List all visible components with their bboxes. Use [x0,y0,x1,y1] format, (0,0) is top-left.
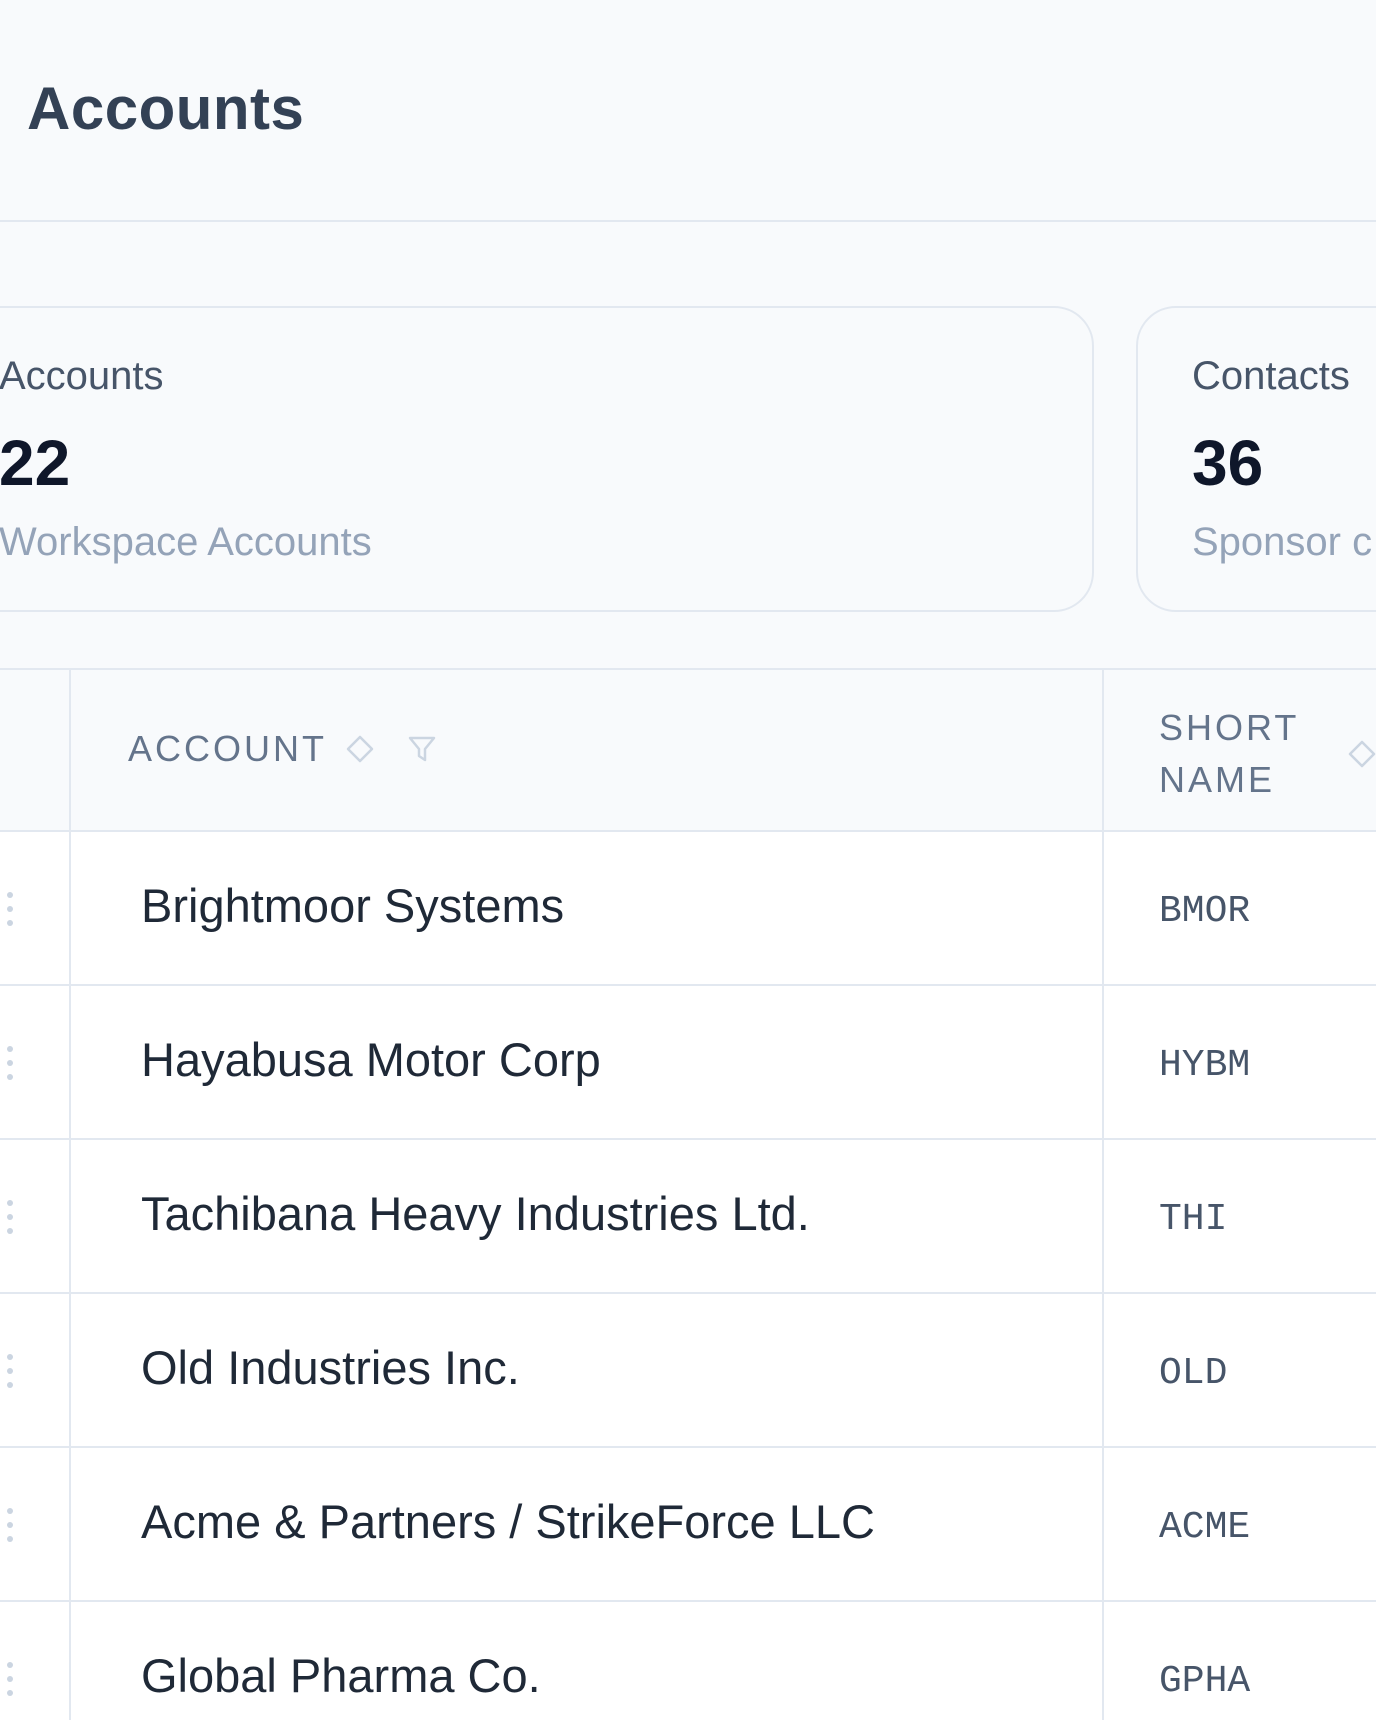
drag-handle-icon[interactable] [2,1659,18,1699]
stat-value: 36 [1192,427,1264,499]
column-header-label: SHORT NAME [1159,707,1299,800]
column-divider [1102,670,1104,1720]
table-row[interactable]: Acme & Partners / StrikeForce LLC ACME [0,1448,1376,1602]
stat-subtitle: Workspace Accounts [0,520,372,564]
filter-icon[interactable] [407,734,437,764]
account-short-name: OLD [1159,1352,1228,1395]
table-header: ACCOUNT SHORT NAME [0,670,1376,832]
accounts-page: Accounts Accounts 22 Workspace Accounts … [0,0,1376,1720]
drag-handle-icon[interactable] [2,1197,18,1237]
account-short-name: GPHA [1159,1660,1251,1703]
account-short-name: HYBM [1159,1044,1251,1087]
account-name[interactable]: Tachibana Heavy Industries Ltd. [141,1186,810,1241]
table-row[interactable]: Tachibana Heavy Industries Ltd. THI [0,1140,1376,1294]
table-row[interactable]: Brightmoor Systems BMOR [0,832,1376,986]
account-short-name: ACME [1159,1506,1251,1549]
drag-handle-icon[interactable] [2,889,18,929]
drag-handle-icon[interactable] [2,1505,18,1545]
stat-card-accounts[interactable]: Accounts 22 Workspace Accounts [0,306,1094,612]
column-header-label: ACCOUNT [128,728,327,769]
account-name[interactable]: Brightmoor Systems [141,878,564,933]
page-header: Accounts [0,0,1376,222]
accounts-table: ACCOUNT SHORT NAME Brightmoor Systems BM… [0,668,1376,1720]
account-short-name: THI [1159,1198,1228,1241]
page-title: Accounts [27,75,305,142]
column-header-account[interactable]: ACCOUNT [128,728,437,770]
account-name[interactable]: Old Industries Inc. [141,1340,520,1395]
table-row[interactable]: Hayabusa Motor Corp HYBM [0,986,1376,1140]
stat-value: 22 [0,427,71,499]
drag-handle-icon[interactable] [2,1351,18,1391]
stat-label: Contacts [1192,354,1350,398]
sort-icon[interactable] [345,734,375,764]
drag-handle-icon[interactable] [2,1043,18,1083]
stat-subtitle: Sponsor c [1192,520,1373,564]
stat-label: Accounts [0,354,164,398]
table-row[interactable]: Old Industries Inc. OLD [0,1294,1376,1448]
column-divider [69,670,71,1720]
stat-card-contacts[interactable]: Contacts 36 Sponsor c [1136,306,1376,612]
account-name[interactable]: Global Pharma Co. [141,1648,541,1703]
table-row[interactable]: Global Pharma Co. GPHA [0,1602,1376,1720]
account-name[interactable]: Hayabusa Motor Corp [141,1032,601,1087]
account-short-name: BMOR [1159,890,1251,933]
column-header-short-name[interactable]: SHORT NAME [1159,702,1376,806]
sort-icon[interactable] [1347,739,1376,769]
account-name[interactable]: Acme & Partners / StrikeForce LLC [141,1494,875,1549]
